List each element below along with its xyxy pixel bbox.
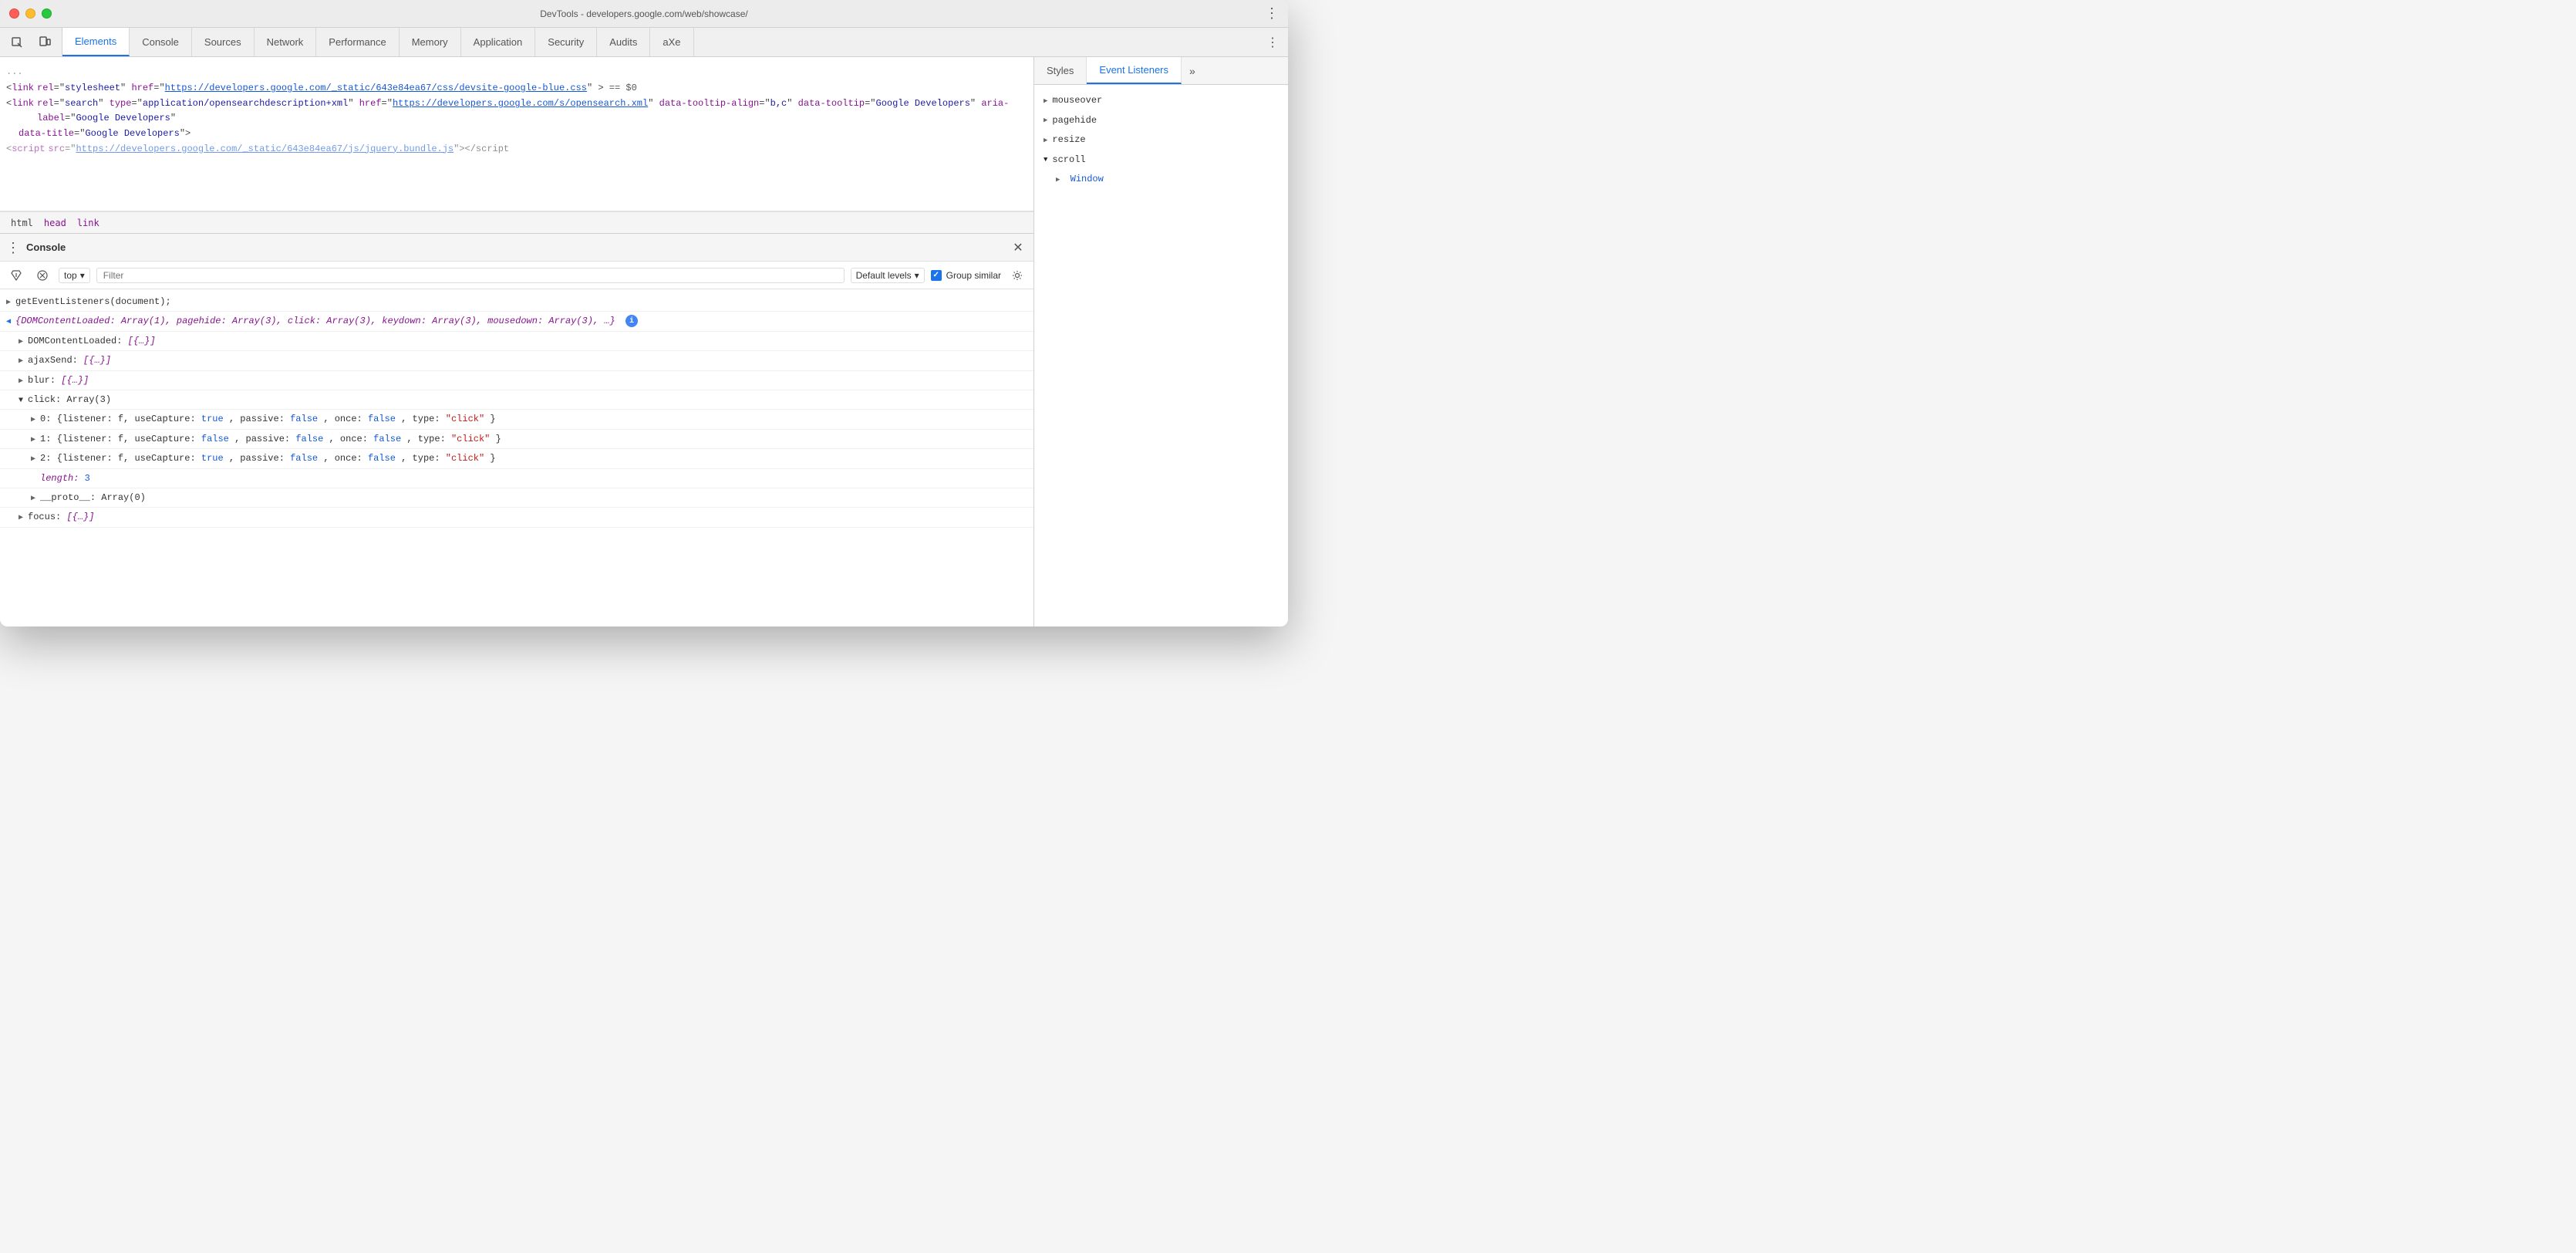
tab-axe[interactable]: aXe — [650, 28, 693, 56]
tab-security[interactable]: Security — [535, 28, 597, 56]
code-line-2b: data-title="Google Developers"> — [0, 127, 1033, 142]
tab-network[interactable]: Network — [255, 28, 317, 56]
proto-arrow-icon[interactable]: ▶ — [31, 490, 35, 505]
right-panel: Styles Event Listeners » ▶ mouseover ▶ p… — [1033, 57, 1288, 626]
context-arrow-icon: ▾ — [80, 270, 85, 281]
context-value: top — [64, 270, 77, 281]
console-settings-button[interactable] — [1007, 265, 1027, 285]
console-menu-button[interactable]: ⋮ — [6, 241, 20, 255]
tab-elements[interactable]: Elements — [62, 28, 130, 56]
event-pagehide[interactable]: ▶ pagehide — [1034, 111, 1288, 131]
domcontent-arrow-icon[interactable]: ▶ — [19, 333, 23, 349]
group-similar-checkbox[interactable] — [931, 270, 942, 281]
levels-arrow-icon: ▾ — [915, 270, 919, 281]
cmd-arrow-icon: ▶ — [6, 294, 11, 309]
console-filter-input[interactable] — [96, 268, 845, 283]
tab-styles[interactable]: Styles — [1034, 57, 1087, 84]
device-toolbar-button[interactable] — [34, 32, 56, 53]
left-panel: ... <link rel="stylesheet" href="https:/… — [0, 57, 1033, 626]
console-close-button[interactable]: ✕ — [1009, 238, 1027, 257]
event-scroll-window[interactable]: ▶ Window — [1034, 170, 1288, 190]
right-panel-tabs: Styles Event Listeners » — [1034, 57, 1288, 85]
console-title: Console — [26, 241, 66, 253]
menu-button[interactable]: ⋮ — [1265, 5, 1279, 22]
tab-console[interactable]: Console — [130, 28, 192, 56]
code-line-2: <link rel="search" type="application/ope… — [0, 96, 1033, 126]
console-child-domcontent: ▶ DOMContentLoaded: [{…}] — [0, 332, 1033, 351]
code-line-1: <link rel="stylesheet" href="https://dev… — [0, 81, 1033, 96]
tab-controls — [0, 28, 62, 56]
tab-performance[interactable]: Performance — [316, 28, 399, 56]
main-tabs: Elements Console Sources Network Perform… — [62, 28, 1257, 56]
scroll-window-arrow-icon: ▶ — [1056, 176, 1060, 184]
console-click-1: ▶ 1: {listener: f, useCapture: false , p… — [0, 430, 1033, 449]
levels-value: Default levels — [856, 270, 912, 281]
window-title: DevTools - developers.google.com/web/sho… — [540, 8, 747, 19]
stop-recording-button[interactable] — [32, 265, 52, 285]
tabs-bar: Elements Console Sources Network Perform… — [0, 28, 1288, 57]
console-result-text: {DOMContentLoaded: Array(1), pagehide: A… — [15, 313, 1027, 329]
group-similar-toggle[interactable]: Group similar — [931, 270, 1001, 281]
event-scroll[interactable]: ▼ scroll — [1034, 150, 1288, 171]
click0-arrow-icon[interactable]: ▶ — [31, 411, 35, 427]
event-resize[interactable]: ▶ resize — [1034, 130, 1288, 150]
ajaxsend-arrow-icon[interactable]: ▶ — [19, 353, 23, 368]
inspect-element-button[interactable] — [6, 32, 28, 53]
console-click-2: ▶ 2: {listener: f, useCapture: true , pa… — [0, 449, 1033, 468]
traffic-lights — [9, 8, 52, 19]
levels-selector[interactable]: Default levels ▾ — [851, 268, 925, 283]
tab-memory[interactable]: Memory — [400, 28, 461, 56]
code-line-3: <script src="https://developers.google.c… — [0, 142, 1033, 157]
resize-arrow-icon: ▶ — [1044, 134, 1047, 147]
console-output: ▶ getEventListeners(document); ◀ {DOMCon… — [0, 289, 1033, 626]
tab-sources[interactable]: Sources — [192, 28, 255, 56]
console-cmd-text[interactable]: getEventListeners(document); — [15, 294, 1027, 309]
console-child-click: ▼ click: Array(3) — [0, 390, 1033, 410]
console-child-blur: ▶ blur: [{…}] — [0, 371, 1033, 390]
console-section: ⋮ Console ✕ — [0, 233, 1033, 626]
breadcrumb-link[interactable]: link — [72, 216, 104, 230]
click2-arrow-icon[interactable]: ▶ — [31, 451, 35, 466]
context-selector[interactable]: top ▾ — [59, 268, 90, 283]
scroll-arrow-icon: ▼ — [1044, 154, 1047, 166]
console-header: ⋮ Console ✕ — [0, 234, 1033, 262]
blur-arrow-icon[interactable]: ▶ — [19, 373, 23, 388]
devtools-window: DevTools - developers.google.com/web/sho… — [0, 0, 1288, 626]
tab-event-listeners[interactable]: Event Listeners — [1087, 57, 1182, 84]
info-badge[interactable]: i — [625, 315, 638, 327]
mouseover-arrow-icon: ▶ — [1044, 95, 1047, 107]
main-area: ... <link rel="stylesheet" href="https:/… — [0, 57, 1288, 626]
code-ellipsis[interactable]: ... — [0, 63, 1033, 81]
event-mouseover[interactable]: ▶ mouseover — [1034, 91, 1288, 111]
click-arrow-icon[interactable]: ▼ — [19, 392, 23, 407]
breadcrumb-html[interactable]: html — [6, 216, 38, 230]
maximize-button[interactable] — [42, 8, 52, 19]
tab-audits[interactable]: Audits — [597, 28, 650, 56]
console-entry-cmd: ▶ getEventListeners(document); — [0, 292, 1033, 312]
elements-code-area: ... <link rel="stylesheet" href="https:/… — [0, 57, 1033, 211]
console-click-length: ▶ length: 3 — [0, 469, 1033, 488]
breadcrumb-head[interactable]: head — [39, 216, 71, 230]
console-toolbar: top ▾ Default levels ▾ Group similar — [0, 262, 1033, 289]
title-bar: DevTools - developers.google.com/web/sho… — [0, 0, 1288, 28]
console-entry-result: ◀ {DOMContentLoaded: Array(1), pagehide:… — [0, 312, 1033, 331]
console-click-proto: ▶ __proto__: Array(0) — [0, 488, 1033, 508]
console-click-0: ▶ 0: {listener: f, useCapture: true , pa… — [0, 410, 1033, 429]
console-child-ajaxsend: ▶ ajaxSend: [{…}] — [0, 351, 1033, 370]
group-similar-label: Group similar — [946, 270, 1001, 281]
breadcrumb: html head link — [0, 211, 1033, 233]
console-child-focus: ▶ focus: [{…}] — [0, 508, 1033, 527]
tab-application[interactable]: Application — [461, 28, 536, 56]
result-arrow-icon[interactable]: ◀ — [6, 313, 11, 329]
more-tabs-button[interactable]: ⋮ — [1257, 28, 1288, 56]
click1-arrow-icon[interactable]: ▶ — [31, 431, 35, 447]
close-button[interactable] — [9, 8, 19, 19]
pagehide-arrow-icon: ▶ — [1044, 114, 1047, 127]
clear-console-button[interactable] — [6, 265, 26, 285]
minimize-button[interactable] — [25, 8, 35, 19]
event-listeners-panel: ▶ mouseover ▶ pagehide ▶ resize ▼ scroll — [1034, 85, 1288, 626]
length-spacer-icon: ▶ — [31, 471, 35, 486]
more-right-tabs-button[interactable]: » — [1182, 57, 1203, 84]
focus-arrow-icon[interactable]: ▶ — [19, 509, 23, 525]
